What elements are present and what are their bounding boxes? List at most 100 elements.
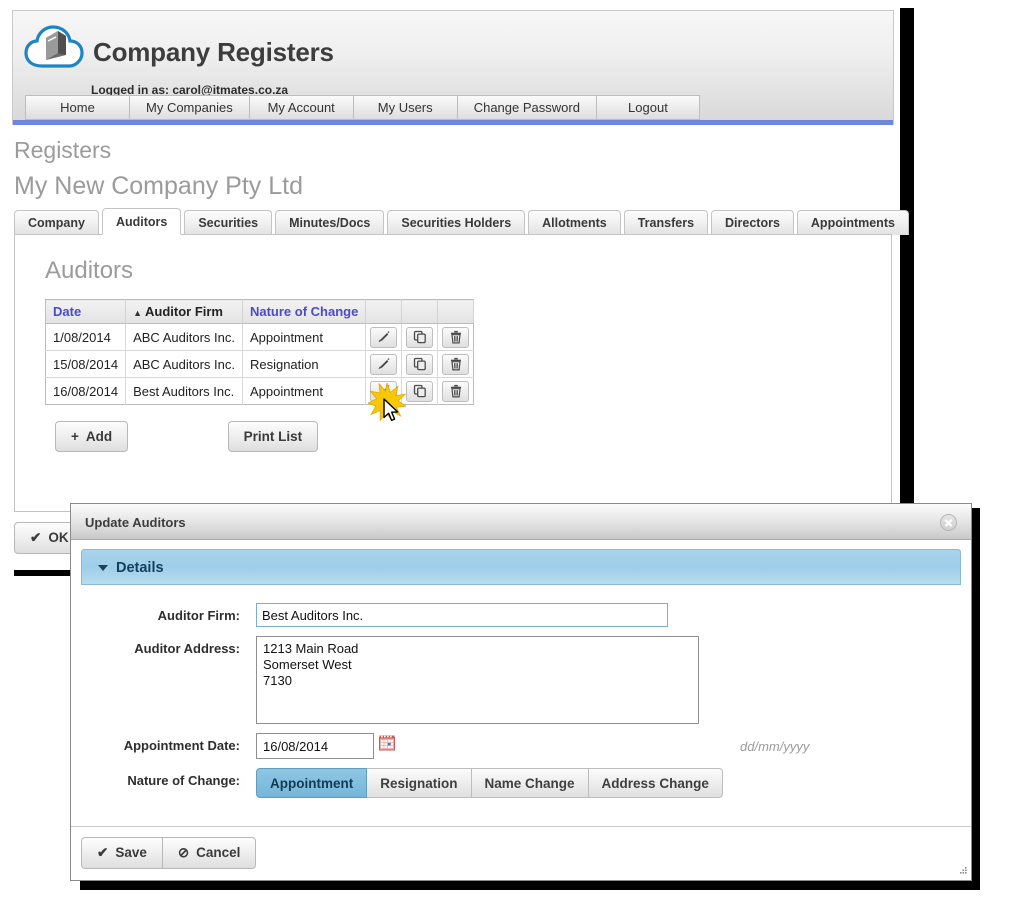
cell-action-delete xyxy=(438,378,474,405)
screen: Company Registers Logged in as: carol@it… xyxy=(0,0,1015,915)
add-button[interactable]: + Add xyxy=(55,421,129,452)
table-row[interactable]: 15/08/2014 ABC Auditors Inc. Resignation xyxy=(45,350,474,378)
column-header-nature-label: Nature of Change xyxy=(249,304,359,319)
form-row-auditor-address: Auditor Address: xyxy=(81,636,961,724)
column-header-nature-of-change[interactable]: Nature of Change xyxy=(242,299,367,324)
plus-icon: + xyxy=(71,429,79,444)
cell-action-copy xyxy=(401,377,439,405)
auditor-address-textarea[interactable] xyxy=(256,636,699,724)
main-nav: Home My Companies My Account My Users Ch… xyxy=(25,95,700,120)
appointment-date-label: Appointment Date: xyxy=(123,738,240,753)
copy-icon[interactable] xyxy=(406,326,434,348)
save-button[interactable]: ✔ Save xyxy=(81,837,163,869)
auditor-address-label: Auditor Address: xyxy=(134,641,240,656)
chevron-down-icon[interactable] xyxy=(98,565,108,571)
panel-title: Auditors xyxy=(45,257,134,284)
resize-grip-icon[interactable] xyxy=(956,865,968,877)
close-icon[interactable] xyxy=(940,514,957,531)
table-row[interactable]: 1/08/2014 ABC Auditors Inc. Appointment xyxy=(45,323,474,351)
nav-item-my-users[interactable]: My Users xyxy=(352,95,457,120)
column-header-action-1 xyxy=(365,299,403,324)
form-row-appointment-date: Appointment Date: 16/08/2014 dd/mm/yyyy xyxy=(81,733,961,759)
trash-icon[interactable] xyxy=(442,380,470,402)
dialog-titlebar[interactable]: Update Auditors xyxy=(71,504,971,540)
nature-of-change-segmented-control: Appointment Resignation Name Change Addr… xyxy=(256,768,723,798)
cell-auditor-firm: Best Auditors Inc. xyxy=(125,377,243,405)
add-button-label: Add xyxy=(85,429,113,444)
page-title: My New Company Pty Ltd xyxy=(14,172,303,200)
cancel-button[interactable]: ⊘ Cancel xyxy=(162,837,257,869)
nav-item-my-companies[interactable]: My Companies xyxy=(129,95,249,120)
cell-action-copy xyxy=(401,323,439,351)
table-header-row: Date ▲ Auditor Firm Nature of Change xyxy=(45,299,475,324)
column-header-auditor-firm[interactable]: ▲ Auditor Firm xyxy=(125,299,243,324)
calendar-icon[interactable] xyxy=(379,735,395,756)
cell-action-delete xyxy=(437,323,474,351)
dialog-footer: ✔ Save ⊘ Cancel xyxy=(71,826,971,880)
nature-option-resignation[interactable]: Resignation xyxy=(367,768,472,798)
trash-icon[interactable] xyxy=(442,326,470,348)
nav-item-home[interactable]: Home xyxy=(25,95,129,120)
check-icon: ✔ xyxy=(30,530,42,545)
cell-nature-of-change: Appointment xyxy=(242,377,367,405)
dialog-body: Details Auditor Firm: Auditor Address: A… xyxy=(71,540,971,842)
copy-icon[interactable] xyxy=(406,380,434,402)
dialog-footer-buttons: ✔ Save ⊘ Cancel xyxy=(81,837,257,869)
nature-option-appointment[interactable]: Appointment xyxy=(256,768,368,798)
nav-item-logout[interactable]: Logout xyxy=(595,95,700,120)
mouse-cursor-icon xyxy=(383,398,401,429)
tab-securities-holders[interactable]: Securities Holders xyxy=(387,210,526,235)
print-list-button[interactable]: Print List xyxy=(227,421,319,452)
edit-pencil-icon[interactable] xyxy=(370,353,398,375)
cell-action-delete xyxy=(437,350,474,378)
nature-option-address-change[interactable]: Address Change xyxy=(588,768,723,798)
window-shadow-right xyxy=(900,8,914,573)
nature-of-change-label: Nature of Change: xyxy=(127,773,240,788)
appointment-date-input[interactable] xyxy=(256,733,374,759)
details-section-header[interactable]: Details xyxy=(81,549,961,585)
trash-icon[interactable] xyxy=(442,353,470,375)
tab-directors[interactable]: Directors xyxy=(711,210,794,235)
app-title: Company Registers xyxy=(93,37,334,67)
check-icon: ✔ xyxy=(97,845,109,860)
cell-date: 1/08/2014 xyxy=(45,323,127,351)
cloud-book-logo-icon xyxy=(22,20,86,76)
breadcrumb: Registers xyxy=(14,137,112,163)
auditors-table: Date ▲ Auditor Firm Nature of Change 1/0… xyxy=(45,299,475,405)
ok-button-label: OK xyxy=(48,530,69,545)
tab-transfers[interactable]: Transfers xyxy=(623,210,709,235)
nature-option-name-change[interactable]: Name Change xyxy=(471,768,589,798)
cell-action-copy xyxy=(401,350,439,378)
copy-icon[interactable] xyxy=(406,353,434,375)
update-auditors-dialog: Update Auditors Details Auditor Firm: Au… xyxy=(70,503,972,881)
column-header-action-3 xyxy=(437,299,475,324)
form-row-nature-of-change: Nature of Change: Appointment Resignatio… xyxy=(81,768,961,798)
cell-date: 15/08/2014 xyxy=(45,350,127,378)
table-row[interactable]: 16/08/2014 Best Auditors Inc. Appointmen… xyxy=(45,377,474,405)
sort-ascending-icon: ▲ xyxy=(133,308,142,318)
column-header-date[interactable]: Date xyxy=(45,299,127,324)
save-button-label: Save xyxy=(115,845,147,860)
auditor-firm-input[interactable] xyxy=(256,603,668,627)
edit-pencil-icon[interactable] xyxy=(370,326,398,348)
tab-appointments[interactable]: Appointments xyxy=(796,210,909,235)
no-entry-icon: ⊘ xyxy=(177,845,190,860)
dialog-title: Update Auditors xyxy=(85,515,186,530)
nav-item-my-account[interactable]: My Account xyxy=(248,95,353,120)
column-header-date-label: Date xyxy=(53,304,82,319)
tab-minutes-docs[interactable]: Minutes/Docs xyxy=(275,210,385,235)
page-body: Registers My New Company Pty Ltd Company… xyxy=(12,125,909,512)
column-header-action-2 xyxy=(401,299,439,324)
cell-date: 16/08/2014 xyxy=(45,377,127,405)
form-row-auditor-firm: Auditor Firm: xyxy=(81,603,961,627)
app-window: Company Registers Logged in as: carol@it… xyxy=(12,10,909,570)
column-header-auditor-firm-label: Auditor Firm xyxy=(145,304,223,319)
tab-securities[interactable]: Securities xyxy=(184,210,273,235)
nav-item-change-password[interactable]: Change Password xyxy=(456,95,596,120)
auditors-panel: Auditors Date ▲ Auditor Firm Nature of Ch… xyxy=(14,234,892,512)
tab-company[interactable]: Company xyxy=(14,210,99,235)
tab-auditors[interactable]: Auditors xyxy=(101,208,182,235)
tab-allotments[interactable]: Allotments xyxy=(528,210,621,235)
cancel-button-label: Cancel xyxy=(196,845,241,860)
cell-nature-of-change: Resignation xyxy=(242,350,367,378)
